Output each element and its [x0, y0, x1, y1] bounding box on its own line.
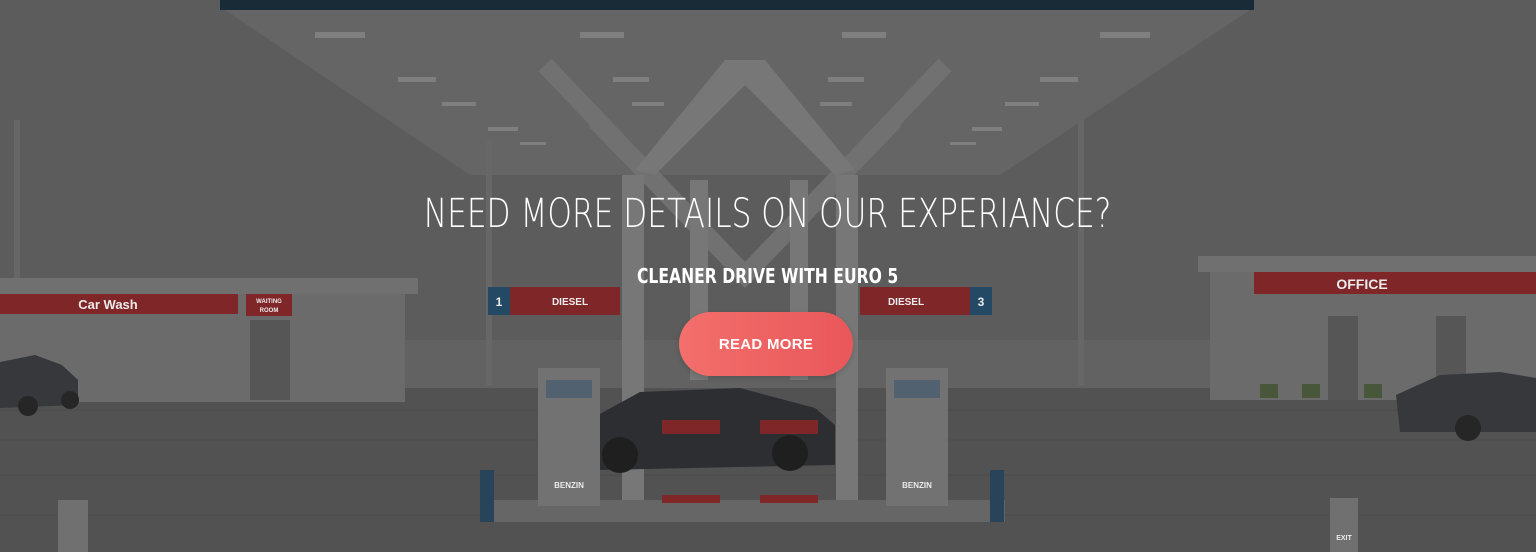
hero-title: NEED MORE DETAILS ON OUR EXPERIANCE? [423, 191, 1112, 237]
hero-banner: Car Wash WAITING ROOM OFFICE 1 DIESEL DI… [0, 0, 1536, 552]
hero-subtitle: CLEANER DRIVE WITH EURO 5 [636, 264, 899, 288]
read-more-button[interactable]: READ MORE [679, 312, 853, 376]
